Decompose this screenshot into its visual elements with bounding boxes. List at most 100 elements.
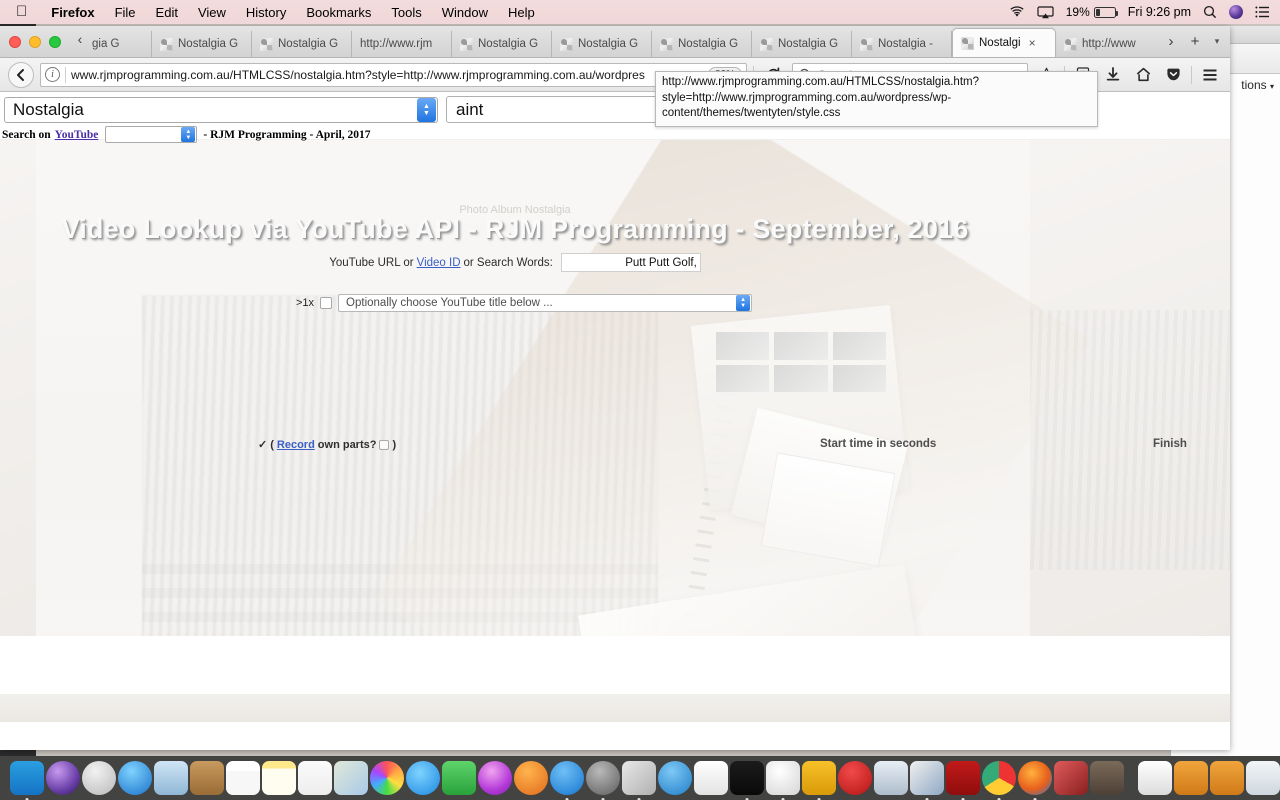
finder-icon[interactable] bbox=[10, 761, 44, 800]
firefox-icon[interactable] bbox=[1018, 761, 1052, 800]
apple-menu-icon[interactable]:  bbox=[0, 4, 41, 19]
opera-icon[interactable] bbox=[838, 761, 872, 795]
tab-item[interactable]: Nostalgia - bbox=[852, 31, 952, 57]
youtube-link[interactable]: YouTube bbox=[55, 129, 99, 141]
preview-icon[interactable] bbox=[874, 761, 908, 795]
site-identity-info-icon[interactable]: i bbox=[45, 67, 60, 82]
battery-indicator[interactable]: 19% bbox=[1066, 5, 1119, 19]
back-button[interactable] bbox=[8, 61, 34, 88]
tab-item[interactable]: http://www bbox=[1056, 31, 1158, 57]
wifi-icon[interactable] bbox=[1009, 6, 1025, 18]
app-store-icon[interactable] bbox=[550, 761, 584, 800]
menu-item-window[interactable]: Window bbox=[432, 5, 498, 20]
photos-icon[interactable] bbox=[370, 761, 404, 795]
messages-icon[interactable] bbox=[406, 761, 440, 795]
stepper-icon[interactable]: ▲ ▼ bbox=[736, 295, 751, 311]
background-window-partial-menu-label[interactable]: tions ▾ bbox=[1241, 78, 1274, 92]
menu-item-edit[interactable]: Edit bbox=[146, 5, 188, 20]
menu-item-firefox[interactable]: Firefox bbox=[41, 5, 104, 20]
mpeg-file-icon[interactable] bbox=[1138, 761, 1172, 795]
menu-item-bookmarks[interactable]: Bookmarks bbox=[296, 5, 381, 20]
spotlight-search-icon[interactable] bbox=[1203, 5, 1217, 19]
photo-grid-icon[interactable] bbox=[1054, 761, 1088, 795]
textedit-icon[interactable] bbox=[694, 761, 728, 795]
tab-item[interactable]: Nostalgia G bbox=[552, 31, 652, 57]
record-own-parts-checkbox[interactable] bbox=[379, 439, 390, 450]
youtube-title-select[interactable]: Optionally choose YouTube title below ..… bbox=[338, 294, 753, 312]
web-page-file-icon[interactable] bbox=[1174, 761, 1208, 795]
launchpad-icon[interactable] bbox=[82, 761, 116, 795]
notification-center-icon[interactable] bbox=[1255, 6, 1270, 18]
system-preferences-icon[interactable] bbox=[586, 761, 620, 800]
tab-item[interactable]: Nostalgia G bbox=[452, 31, 552, 57]
minimize-window-button[interactable] bbox=[29, 36, 41, 48]
menu-item-help[interactable]: Help bbox=[498, 5, 545, 20]
menu-item-history[interactable]: History bbox=[236, 5, 296, 20]
list-all-tabs-icon[interactable]: ▾ bbox=[1208, 30, 1226, 52]
search-words-input[interactable]: Putt Putt Golf, bbox=[560, 253, 701, 272]
pocket-icon[interactable] bbox=[1161, 62, 1185, 88]
new-tab-button[interactable]: + bbox=[1184, 30, 1206, 52]
reminders-icon[interactable] bbox=[298, 761, 332, 795]
firefox-window: ‹ gia G Nostalgia G Nostalgia G http://w… bbox=[0, 26, 1230, 750]
style-select[interactable]: Nostalgia ▲ ▼ bbox=[4, 96, 438, 123]
stepper-icon[interactable]: ▲ ▼ bbox=[181, 127, 196, 142]
menu-item-view[interactable]: View bbox=[188, 5, 236, 20]
safari-icon[interactable] bbox=[118, 761, 152, 795]
facetime-icon[interactable] bbox=[442, 761, 476, 795]
site-favicon-icon bbox=[460, 37, 473, 51]
search-on-label: Search on bbox=[2, 128, 51, 141]
tab-item[interactable]: Nostalgia G bbox=[652, 31, 752, 57]
close-window-button[interactable] bbox=[9, 36, 21, 48]
clock-label[interactable]: Fri 9:26 pm bbox=[1128, 5, 1191, 19]
tab-item[interactable]: gia G bbox=[90, 31, 152, 57]
youtube-select[interactable]: ▲ ▼ bbox=[105, 126, 198, 143]
utility-icon[interactable] bbox=[910, 761, 944, 800]
stepper-icon[interactable]: ▲ ▼ bbox=[417, 97, 436, 122]
tab-label: http://www bbox=[1082, 38, 1136, 50]
contacts-icon[interactable] bbox=[190, 761, 224, 795]
downloads-icon[interactable] bbox=[1101, 62, 1125, 88]
itunes-icon[interactable] bbox=[478, 761, 512, 795]
tab-item[interactable]: http://www.rjm bbox=[352, 31, 452, 57]
airplay-icon[interactable] bbox=[1037, 5, 1054, 19]
terminal-icon[interactable] bbox=[730, 761, 764, 800]
tab-item-active[interactable]: Nostalgi × bbox=[952, 28, 1056, 57]
hamburger-menu-icon[interactable] bbox=[1198, 62, 1222, 88]
menu-item-tools[interactable]: Tools bbox=[381, 5, 431, 20]
menu-item-file[interactable]: File bbox=[105, 5, 146, 20]
screen:  Firefox File Edit View History Bookmar… bbox=[0, 0, 1280, 800]
finish-label: Finish bbox=[1153, 438, 1187, 450]
tab-item[interactable]: Nostalgia G bbox=[252, 31, 352, 57]
scroll-tabs-right-icon[interactable]: › bbox=[1160, 30, 1182, 52]
quicktime-icon[interactable] bbox=[658, 761, 692, 795]
web-page-file-icon[interactable] bbox=[1210, 761, 1244, 795]
tab-label: Nostalgia G bbox=[678, 38, 739, 50]
ibooks-icon[interactable] bbox=[514, 761, 548, 795]
notes-icon[interactable] bbox=[262, 761, 296, 795]
maximize-window-button[interactable] bbox=[49, 36, 61, 48]
window-file-icon[interactable] bbox=[1246, 761, 1280, 795]
home-icon[interactable] bbox=[1131, 62, 1155, 88]
multiplier-checkbox[interactable] bbox=[320, 297, 333, 309]
address-bar[interactable]: i www.rjmprogramming.com.au/HTMLCSS/nost… bbox=[40, 62, 747, 87]
maps-icon[interactable] bbox=[334, 761, 368, 795]
tab-item[interactable]: Nostalgia G bbox=[152, 31, 252, 57]
gimp-icon[interactable] bbox=[1090, 761, 1124, 795]
filezilla-icon[interactable] bbox=[946, 761, 980, 800]
link-target-tooltip: http://www.rjmprogramming.com.au/HTMLCSS… bbox=[655, 71, 1098, 127]
record-link[interactable]: Record bbox=[277, 439, 315, 451]
chrome-icon[interactable] bbox=[982, 761, 1016, 800]
window-traffic-lights bbox=[0, 36, 70, 57]
sqlite-icon[interactable] bbox=[766, 761, 800, 800]
photos-booth-icon[interactable] bbox=[154, 761, 188, 795]
perl-camel-icon[interactable] bbox=[802, 761, 836, 800]
calendar-icon[interactable] bbox=[226, 761, 260, 795]
siri-icon[interactable] bbox=[46, 761, 80, 795]
xcode-icon[interactable] bbox=[622, 761, 656, 800]
siri-icon[interactable] bbox=[1229, 5, 1243, 19]
video-id-link[interactable]: Video ID bbox=[417, 257, 461, 269]
tab-item[interactable]: Nostalgia G bbox=[752, 31, 852, 57]
close-tab-icon[interactable]: × bbox=[1029, 37, 1036, 49]
scroll-tabs-left-icon[interactable]: ‹ bbox=[70, 26, 90, 57]
